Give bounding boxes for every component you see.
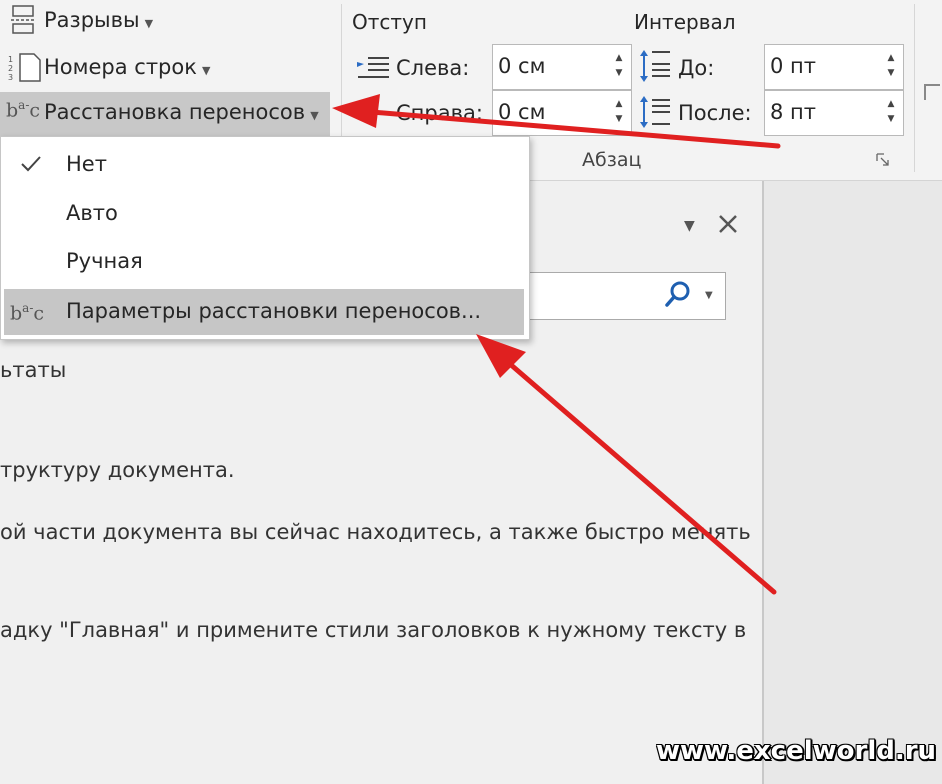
arrow-to-hyphenation-button <box>332 94 781 149</box>
annotation-arrows <box>332 94 781 595</box>
arrow-to-options-item <box>476 334 777 595</box>
watermark: www.excelworld.ru <box>656 736 937 766</box>
